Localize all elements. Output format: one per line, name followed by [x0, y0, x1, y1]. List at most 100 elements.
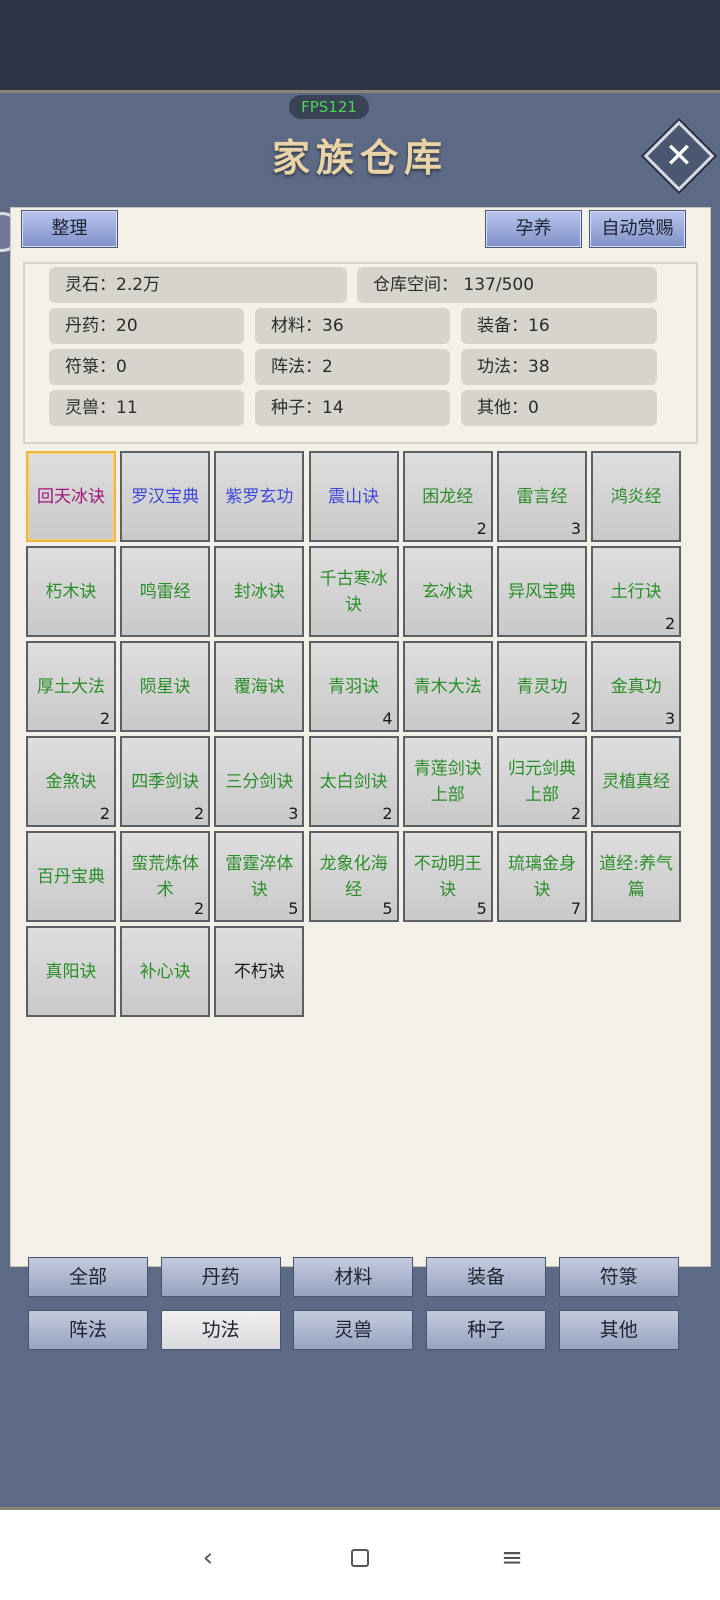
- back-icon[interactable]: ‹: [193, 1543, 223, 1573]
- item-name: 陨星诀: [139, 676, 191, 697]
- item-name: 补心诀: [139, 961, 191, 982]
- item-slot[interactable]: 封冰诀: [214, 546, 305, 637]
- item-slot[interactable]: 紫罗玄功: [214, 451, 305, 542]
- item-name: 真阳诀: [45, 961, 97, 982]
- item-name: 回天冰诀: [37, 486, 105, 507]
- stat-techniques: 功法：38: [461, 349, 657, 385]
- item-slot[interactable]: 千古寒冰诀: [308, 546, 399, 637]
- item-slot[interactable]: 蛮荒炼体术 2: [120, 831, 211, 922]
- item-slot[interactable]: 鸣雷经: [120, 546, 211, 637]
- item-name: 青莲剑诀上部: [413, 758, 482, 805]
- stat-formations: 阵法：2: [255, 349, 450, 385]
- item-slot[interactable]: 道经:养气篇: [591, 831, 682, 922]
- tab-5[interactable]: 阵法: [28, 1310, 148, 1350]
- item-count: 4: [382, 709, 393, 728]
- item-name: 雷言经: [516, 486, 568, 507]
- item-slot[interactable]: 百丹宝典: [26, 831, 116, 922]
- item-slot[interactable]: 金真功 3: [591, 641, 682, 732]
- item-name: 玄冰诀: [422, 581, 474, 602]
- item-slot[interactable]: 困龙经 2: [402, 451, 493, 542]
- item-name: 道经:养气篇: [599, 853, 674, 900]
- item-name: 困龙经: [422, 486, 474, 507]
- item-name: 土行诀: [610, 581, 662, 602]
- item-name: 蛮荒炼体术: [131, 853, 200, 900]
- item-name: 朽木诀: [45, 581, 97, 602]
- item-slot[interactable]: 震山诀: [308, 451, 399, 542]
- item-slot[interactable]: 覆海诀: [214, 641, 305, 732]
- item-name: 青木大法: [413, 676, 482, 697]
- item-slot[interactable]: 罗汉宝典: [120, 451, 211, 542]
- item-slot[interactable]: 雷言经 3: [497, 451, 587, 542]
- stat-others: 其他：0: [461, 390, 657, 426]
- tab-4[interactable]: 符箓: [558, 1257, 679, 1297]
- item-slot[interactable]: 三分剑诀 3: [214, 736, 305, 827]
- item-slot[interactable]: 不动明王诀 5: [402, 831, 493, 922]
- item-slot[interactable]: 琉璃金身诀 7: [497, 831, 587, 922]
- item-name: 琉璃金身诀: [508, 853, 576, 900]
- item-slot[interactable]: 太白剑诀 2: [308, 736, 399, 827]
- organize-button[interactable]: 整理: [21, 210, 118, 248]
- item-count: 3: [288, 804, 299, 823]
- nurture-button[interactable]: 孕养: [485, 210, 582, 248]
- stat-pills: 丹药：20: [49, 308, 244, 344]
- item-name: 青灵功: [516, 676, 568, 697]
- item-slot[interactable]: 补心诀: [120, 926, 211, 1017]
- item-name: 鸣雷经: [139, 581, 191, 602]
- item-name: 三分剑诀: [225, 771, 294, 792]
- item-slot[interactable]: 土行诀 2: [591, 546, 682, 637]
- item-slot[interactable]: 灵植真经: [591, 736, 682, 827]
- item-slot[interactable]: 真阳诀: [26, 926, 116, 1017]
- item-slot[interactable]: 陨星诀: [120, 641, 211, 732]
- item-count: 2: [99, 804, 110, 823]
- item-slot[interactable]: 四季剑诀 2: [120, 736, 211, 827]
- menu-icon[interactable]: ≡: [497, 1543, 527, 1573]
- item-slot[interactable]: 朽木诀: [26, 546, 116, 637]
- stat-talismans: 符箓：0: [49, 349, 244, 385]
- item-name: 千古寒冰诀: [319, 568, 388, 615]
- tab-9[interactable]: 其他: [558, 1310, 679, 1350]
- item-count: 2: [99, 709, 110, 728]
- tab-2[interactable]: 材料: [293, 1257, 414, 1297]
- item-slot[interactable]: 龙象化海经 5: [308, 831, 399, 922]
- item-slot[interactable]: 异风宝典: [497, 546, 587, 637]
- tab-0[interactable]: 全部: [28, 1257, 148, 1297]
- item-count: 3: [665, 709, 676, 728]
- tab-3[interactable]: 装备: [426, 1257, 547, 1297]
- item-name: 四季剑诀: [131, 771, 200, 792]
- item-name: 封冰诀: [233, 581, 285, 602]
- item-slot[interactable]: 雷霆淬体诀 5: [214, 831, 305, 922]
- item-name: 鸿炎经: [610, 486, 662, 507]
- tab-1[interactable]: 丹药: [160, 1257, 281, 1297]
- item-name: 异风宝典: [508, 581, 576, 602]
- item-name: 归元剑典上部: [508, 758, 576, 805]
- item-name: 龙象化海经: [319, 853, 388, 900]
- item-slot[interactable]: 厚土大法 2: [26, 641, 116, 732]
- item-name: 厚土大法: [37, 676, 105, 697]
- item-slot[interactable]: 青羽诀 4: [308, 641, 399, 732]
- home-icon[interactable]: [345, 1543, 375, 1573]
- item-name: 雷霆淬体诀: [225, 853, 294, 900]
- item-slot[interactable]: 青木大法: [402, 641, 493, 732]
- item-slot[interactable]: 金煞诀 2: [26, 736, 116, 827]
- item-name: 紫罗玄功: [225, 486, 294, 507]
- item-count: 2: [476, 519, 487, 538]
- page-title: 家族仓库: [271, 135, 448, 180]
- item-name: 不动明王诀: [413, 853, 482, 900]
- item-slot[interactable]: 鸿炎经: [591, 451, 682, 542]
- item-name: 罗汉宝典: [131, 486, 200, 507]
- item-slot[interactable]: 青莲剑诀上部: [402, 736, 493, 827]
- item-slot[interactable]: 青灵功 2: [497, 641, 587, 732]
- item-slot[interactable]: 不朽诀: [214, 926, 305, 1017]
- stat-materials: 材料：36: [255, 308, 450, 344]
- item-slot[interactable]: 归元剑典上部 2: [497, 736, 587, 827]
- item-count: 5: [288, 899, 299, 918]
- auto-reward-button[interactable]: 自动赏赐: [589, 210, 686, 248]
- item-count: 2: [570, 804, 581, 823]
- item-slot[interactable]: 玄冰诀: [402, 546, 493, 637]
- item-count: 2: [194, 899, 205, 918]
- tab-8[interactable]: 种子: [426, 1310, 547, 1350]
- item-count: 2: [570, 709, 581, 728]
- tab-7[interactable]: 灵兽: [293, 1310, 414, 1350]
- item-slot[interactable]: 回天冰诀: [26, 451, 116, 542]
- tab-6[interactable]: 功法: [160, 1310, 281, 1350]
